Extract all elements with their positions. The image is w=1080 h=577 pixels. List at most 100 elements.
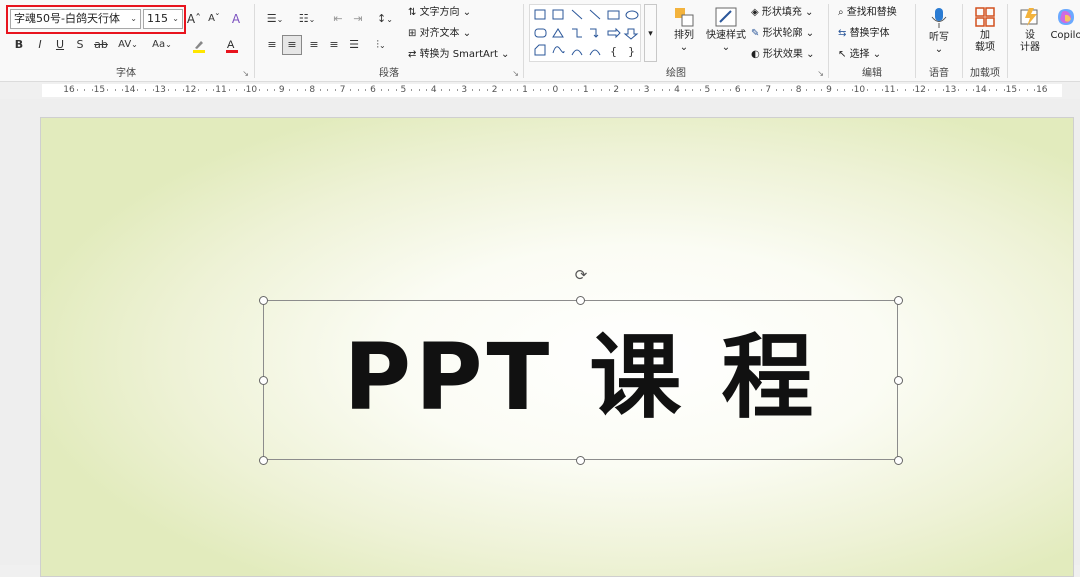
ruler-minor-tick	[783, 89, 785, 91]
chevron-down-icon: ⌄	[934, 44, 944, 55]
shape-fill-label: 形状填充	[761, 7, 802, 18]
ruler-minor-tick	[654, 89, 656, 91]
chevron-down-icon: ⌄	[459, 28, 472, 39]
cursor-icon: ↖	[838, 49, 850, 60]
resize-handle-bottom-left[interactable]	[258, 455, 268, 465]
shape-effects-button[interactable]: ◐ 形状效果 ⌄	[751, 48, 814, 62]
ruler-tick-label: 0	[552, 85, 559, 95]
resize-handle-top-left[interactable]	[258, 295, 268, 305]
align-text-button[interactable]: ⊞ 对齐文本 ⌄	[408, 27, 471, 41]
rotate-handle-icon[interactable]: ⟳	[572, 266, 590, 284]
font-group: 字魂50号-白鸽天行体 ⌄ 115 ⌄ Aˆ Aˇ A B I U S ab A…	[0, 0, 252, 82]
addins-icon	[975, 7, 995, 27]
ruler-tick-label: 6	[370, 85, 376, 95]
svg-text:}: }	[628, 45, 635, 58]
find-replace-button[interactable]: ⌕ 查找和替换	[838, 6, 897, 20]
align-center-icon: ≡	[287, 38, 297, 51]
ruler-minor-tick	[1019, 89, 1020, 91]
italic-button[interactable]: I	[33, 37, 47, 53]
select-button[interactable]: ↖ 选择 ⌄	[838, 48, 881, 62]
shapes-icon: { }	[534, 9, 639, 58]
increase-indent-button[interactable]: ⇥	[350, 11, 366, 27]
underline-button[interactable]: U	[53, 37, 67, 53]
pen-icon: ✎	[751, 28, 763, 39]
resize-handle-bottom-right[interactable]	[893, 455, 903, 465]
resize-handle-top-right[interactable]	[893, 295, 903, 305]
svg-text:{: {	[610, 45, 617, 58]
text-direction-label: 文字方向	[419, 7, 460, 18]
strikethrough-button[interactable]: ab	[93, 37, 109, 53]
ruler-tick-label: 10	[245, 85, 258, 95]
designer-button[interactable]: 设 计器	[1012, 6, 1048, 54]
text-direction-button[interactable]: ⇅ 文字方向 ⌄	[408, 6, 471, 20]
dialog-launcher-icon[interactable]: ↘	[817, 69, 824, 78]
ruler-minor-tick	[205, 89, 207, 91]
shape-fill-button[interactable]: ◈ 形状填充 ⌄	[751, 6, 813, 20]
dialog-launcher-icon[interactable]: ↘	[512, 69, 519, 78]
smartart-icon: ⇄	[408, 49, 420, 60]
decrease-indent-button[interactable]: ⇤	[330, 11, 346, 27]
paragraph-group-label: 段落	[379, 68, 399, 79]
chevron-down-icon: ⌄	[801, 7, 814, 18]
search-icon: ⌕	[838, 7, 847, 18]
font-color-button[interactable]: A	[218, 37, 246, 57]
ruler-tick-label: 10	[853, 85, 866, 95]
shapes-more-button[interactable]: ▾	[644, 4, 657, 62]
ruler-minor-tick	[996, 89, 998, 91]
ruler-minor-tick	[715, 89, 716, 91]
clear-formatting-button[interactable]: A	[228, 11, 244, 27]
shapes-gallery[interactable]: { }	[529, 4, 641, 62]
line-spacing-button[interactable]: ↕⌄	[372, 11, 398, 28]
shape-outline-button[interactable]: ✎ 形状轮廓 ⌄	[751, 27, 814, 41]
convert-smartart-button[interactable]: ⇄ 转换为 SmartArt ⌄	[408, 48, 509, 62]
character-spacing-icon: AV	[118, 39, 132, 50]
dialog-launcher-icon[interactable]: ↘	[242, 69, 249, 78]
voice-group: 听写 ⌄ 语音	[917, 0, 961, 82]
ruler-minor-tick	[601, 89, 602, 91]
bold-button[interactable]: B	[12, 37, 26, 53]
align-center-button[interactable]: ≡	[282, 35, 302, 55]
bullets-button[interactable]: ☰⌄	[262, 11, 288, 28]
columns-button[interactable]: ⫶⌄	[368, 37, 394, 54]
ribbon: 字魂50号-白鸽天行体 ⌄ 115 ⌄ Aˆ Aˇ A B I U S ab A…	[0, 0, 1080, 82]
chevron-down-icon: ⌄	[308, 15, 316, 24]
grow-font-button[interactable]: Aˆ	[186, 11, 202, 27]
clear-formatting-icon: A	[231, 12, 241, 26]
align-right-button[interactable]: ≡	[306, 37, 322, 53]
justify-button[interactable]: ≡	[326, 37, 342, 53]
distributed-button[interactable]: ☰	[346, 37, 362, 53]
addins-button[interactable]: 加 载项	[967, 6, 1003, 54]
strikethrough-icon: ab	[94, 38, 108, 51]
drawing-group: { } ▾ 排列 ⌄ 快速样式 ⌄ ◈ 形状填充 ⌄ ✎ 形状轮廓 ⌄ ◐ 形状效果…	[525, 0, 827, 82]
addins-group: 加 载项 加载项	[964, 0, 1006, 82]
ruler-minor-tick	[540, 89, 542, 91]
copilot-label: Copilo	[1050, 30, 1080, 41]
divider	[254, 4, 255, 78]
chevron-down-icon: ⌄	[869, 49, 882, 60]
ruler-tick-label: 8	[309, 85, 316, 95]
slide-title-text[interactable]: PPT 课 程	[263, 318, 898, 438]
text-shadow-button[interactable]: S	[73, 37, 87, 53]
change-case-button[interactable]: Aa⌄	[148, 37, 176, 53]
resize-handle-top[interactable]	[576, 295, 585, 305]
align-right-icon: ≡	[309, 38, 319, 51]
chevron-down-icon: ⌄	[386, 15, 393, 24]
ruler-minor-tick	[661, 89, 663, 91]
ruler-tick-label: 6	[734, 85, 741, 95]
arrange-button[interactable]: 排列 ⌄	[665, 6, 703, 54]
quick-styles-button[interactable]: 快速样式 ⌄	[703, 6, 749, 54]
arrange-label: 排列	[674, 30, 694, 41]
ruler-minor-tick	[327, 89, 329, 91]
align-left-button[interactable]: ≡	[264, 37, 280, 53]
highlight-color-button[interactable]	[185, 37, 213, 57]
dictate-button[interactable]: 听写 ⌄	[921, 6, 957, 56]
replace-font-button[interactable]: ⇆ 替换字体	[838, 27, 890, 41]
character-spacing-button[interactable]: AV⌄	[115, 37, 141, 53]
ruler-minor-tick	[175, 89, 177, 91]
resize-handle-bottom[interactable]	[576, 455, 585, 465]
copilot-button[interactable]: Copilo	[1048, 6, 1080, 42]
shrink-font-button[interactable]: Aˇ	[206, 11, 222, 27]
ruler-tick-label: 9	[826, 85, 832, 95]
numbering-button[interactable]: ☷⌄	[294, 11, 320, 28]
ruler-minor-tick	[813, 89, 815, 91]
